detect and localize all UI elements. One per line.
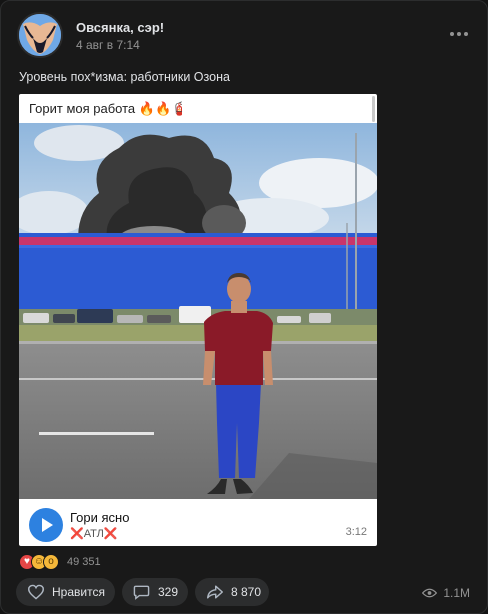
comment-icon	[133, 585, 150, 600]
heart-outline-icon	[27, 584, 45, 600]
post-photo[interactable]	[19, 123, 377, 499]
play-button[interactable]	[29, 508, 63, 542]
wow-icon: o	[43, 554, 59, 570]
comments-count: 329	[158, 585, 179, 599]
share-icon	[207, 585, 223, 599]
views-count: 1.1M	[443, 586, 470, 600]
post-text: Уровень пох*изма: работники Озона	[19, 70, 230, 84]
scrollbar[interactable]	[372, 96, 375, 122]
track-duration: 3:12	[345, 526, 367, 538]
shares-count: 8 870	[231, 585, 262, 599]
like-button[interactable]: Нравится	[16, 578, 115, 606]
artist-name: АТЛ	[83, 528, 104, 540]
repost-text: Горит моя работа 🔥🔥🧯	[29, 101, 187, 117]
post-date[interactable]: 4 авг в 7:14	[76, 38, 140, 52]
repost-attachment[interactable]: Горит моя работа 🔥🔥🧯 Гори ясно ❌АТЛ❌ 3:1…	[19, 94, 377, 546]
reaction-count[interactable]: 49 351	[67, 556, 101, 568]
track-artist[interactable]: ❌АТЛ❌	[70, 527, 118, 540]
artist-mark-right: ❌	[103, 528, 118, 540]
author-name[interactable]: Овсянка, сэр!	[76, 20, 164, 35]
more-options-icon[interactable]	[450, 27, 470, 41]
artist-mark-left: ❌	[70, 528, 84, 540]
eye-icon	[422, 588, 438, 598]
post-card: Овсянка, сэр! 4 авг в 7:14 Уровень пох*и…	[0, 0, 488, 614]
views-counter: 1.1M	[422, 586, 470, 600]
avatar[interactable]	[17, 12, 63, 58]
track-title[interactable]: Гори ясно	[70, 510, 129, 525]
repost-text-label: Горит моя работа	[29, 101, 136, 116]
comments-button[interactable]: 329	[122, 578, 188, 606]
like-label: Нравится	[52, 585, 105, 599]
repost-emoji: 🔥🔥🧯	[138, 101, 188, 116]
share-button[interactable]: 8 870	[195, 578, 269, 606]
